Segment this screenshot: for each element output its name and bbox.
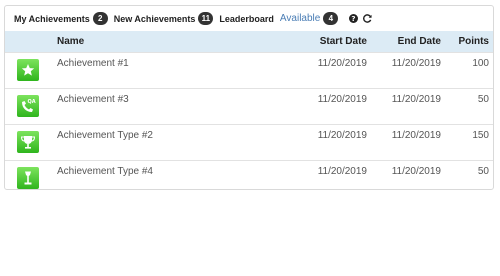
end-date: 11/20/2019 [367,123,441,160]
icon-cell [5,159,53,196]
start-date: 11/20/2019 [293,51,367,88]
tab-leaderboard[interactable]: Leaderboard [219,14,274,24]
points: 150 [441,123,493,160]
achievements-panel: My Achievements 2 New Achievements 11 Le… [4,5,494,196]
icon-cell: QA [5,87,53,124]
achievement-name: Achievement Type #2 [53,123,293,160]
icon-cell [5,123,53,160]
end-date: 11/20/2019 [367,87,441,124]
refresh-icon[interactable] [363,14,372,23]
table-row[interactable]: Achievement #1 11/20/2019 11/20/2019 100 [5,51,493,88]
svg-text:?: ? [352,14,356,23]
end-date-column-header[interactable]: End Date [367,31,441,52]
trophy-icon [17,131,39,153]
tab-my-achievements[interactable]: My Achievements 2 [14,12,108,25]
count-badge: 11 [198,12,214,25]
star-icon [17,59,39,81]
svg-text:QA: QA [27,99,35,105]
end-date: 11/20/2019 [367,159,441,196]
achievement-name: Achievement #1 [53,51,293,88]
achievements-table: Name Start Date End Date Points Achievem… [5,31,493,196]
tab-label: My Achievements [14,13,90,24]
points-column-header[interactable]: Points [441,31,493,52]
tab-new-achievements[interactable]: New Achievements 11 [114,12,214,25]
points: 100 [441,51,493,88]
icon-column-header [5,31,53,52]
achievement-name: Achievement Type #4 [53,159,293,196]
points: 50 [441,87,493,124]
tab-label: Available [279,13,321,24]
icon-cell [5,51,53,88]
table-row[interactable]: Achievement Type #2 11/20/2019 11/20/201… [5,123,493,160]
achievement-name: Achievement #3 [53,87,293,124]
tab-available[interactable]: Available 4 [279,12,339,25]
tab-label: New Achievements [113,13,196,24]
points: 50 [441,159,493,196]
table-row[interactable]: Achievement Type #4 11/20/2019 11/20/201… [5,159,493,196]
end-date: 11/20/2019 [367,51,441,88]
tab-bar: My Achievements 2 New Achievements 11 Le… [5,6,493,31]
count-badge: 2 [92,12,108,25]
name-column-header[interactable]: Name [53,31,293,52]
tab-label: Leaderboard [219,13,274,24]
start-date: 11/20/2019 [293,123,367,160]
phone-qa-icon: QA [17,95,39,117]
start-date: 11/20/2019 [293,159,367,196]
count-badge: 4 [323,12,339,25]
start-date: 11/20/2019 [293,87,367,124]
start-date-column-header[interactable]: Start Date [293,31,367,52]
award-icon [17,167,39,189]
table-row[interactable]: QA Achievement #3 11/20/2019 11/20/2019 … [5,87,493,124]
table-header-row: Name Start Date End Date Points [5,31,493,52]
question-circle-icon[interactable]: ? [349,14,359,23]
